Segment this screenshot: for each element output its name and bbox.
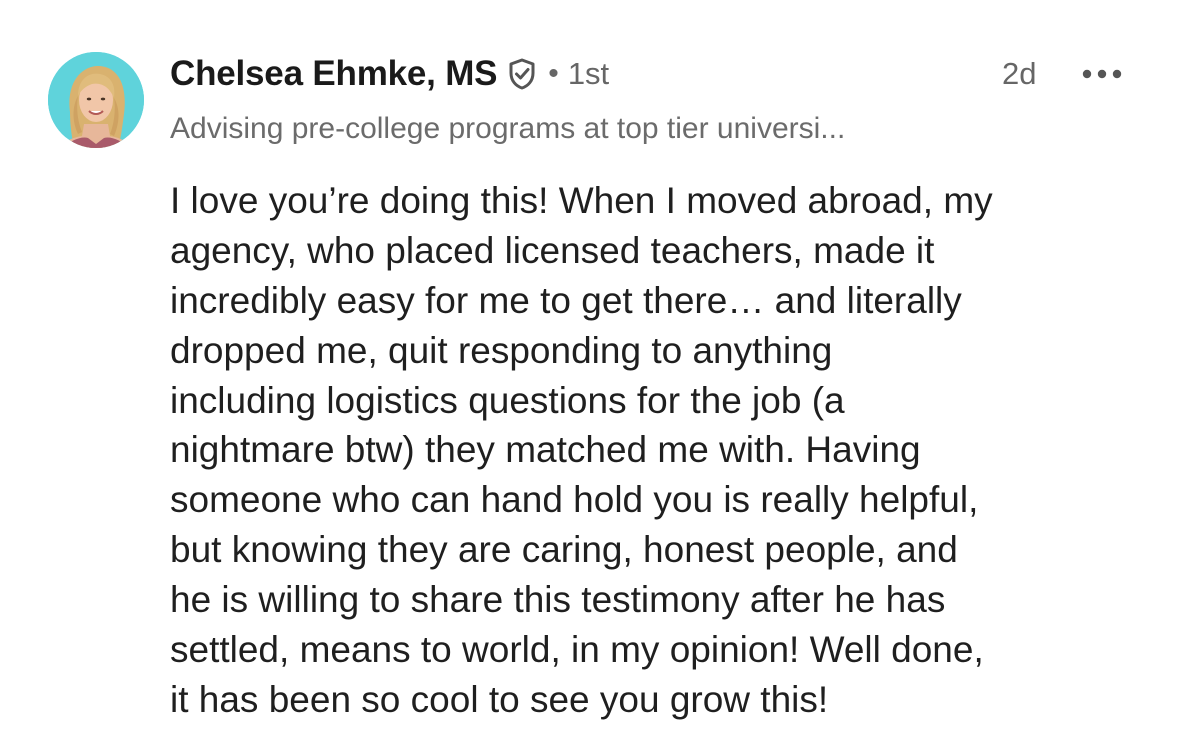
comment-body-line: dropped me, quit responding to anything — [170, 329, 833, 371]
connection-degree: 1st — [567, 56, 610, 91]
comment-body-line: agency, who placed licensed teachers, ma… — [170, 229, 935, 271]
avatar[interactable] — [48, 52, 144, 148]
comment-body-line: but knowing they are caring, honest peop… — [170, 529, 958, 571]
more-horizontal-icon — [1082, 69, 1122, 79]
comment-body-line: it has been so cool to see you grow this… — [170, 678, 829, 720]
comment-body-line: incredibly easy for me to get there… and… — [170, 279, 962, 321]
avatar-photo — [48, 52, 144, 148]
comment-timestamp: 2d — [1002, 56, 1037, 91]
comment-body-line: nightmare btw) they matched me with. Hav… — [170, 429, 921, 471]
separator-dot: • — [548, 57, 559, 90]
comment-body-line: I love you’re doing this! When I moved a… — [170, 180, 993, 221]
more-options-button[interactable] — [1080, 60, 1124, 88]
comment-body-line: including logistics questions for the jo… — [170, 379, 845, 421]
comment-header: Chelsea Ehmke, MS • 1st — [170, 52, 1130, 96]
comment-body-line: settled, means to world, in my opinion! … — [170, 629, 984, 671]
comment: Chelsea Ehmke, MS • 1st 2d Advising pre-… — [0, 0, 1179, 748]
author-headline: Advising pre-college programs at top tie… — [170, 112, 846, 145]
comment-body: I love you’re doing this! When I moved a… — [170, 176, 1160, 725]
comment-body-line: he is willing to share this testimony af… — [170, 579, 946, 621]
shield-check-icon — [508, 57, 538, 91]
author-name[interactable]: Chelsea Ehmke, MS — [170, 54, 497, 94]
comment-body-line: someone who can hand hold you is really … — [170, 479, 979, 521]
